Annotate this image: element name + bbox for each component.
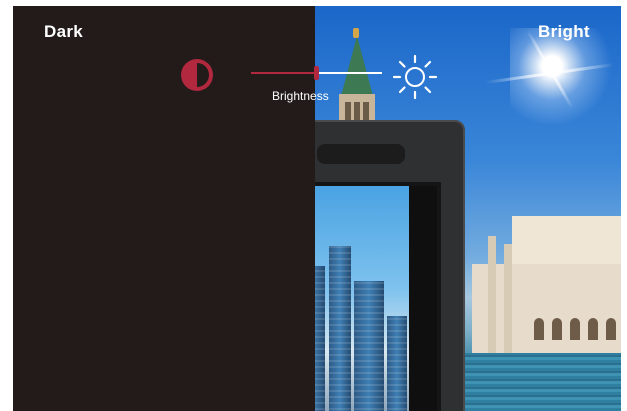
brightness-slider[interactable] (251, 66, 382, 80)
slider-track-low (251, 72, 317, 74)
skyscraper (329, 246, 351, 411)
tablet-device (315, 120, 465, 411)
dark-panel (13, 6, 315, 411)
palace (462, 206, 621, 356)
palace-arch (588, 318, 598, 340)
city-skyline-image (315, 186, 409, 411)
bright-label: Bright (538, 22, 590, 41)
slider-track-high (317, 72, 382, 74)
camera-sensor-bar (317, 144, 405, 164)
skyscraper (387, 316, 407, 411)
palace-arch (570, 318, 580, 340)
palace-upper (512, 216, 621, 264)
tablet-screen (315, 182, 441, 411)
bright-scene (315, 6, 621, 411)
slider-thumb[interactable] (314, 66, 319, 80)
campanile-column (504, 244, 512, 356)
contrast-icon (181, 59, 213, 91)
skyscraper (315, 266, 325, 411)
brightness-label: Brightness (272, 89, 329, 103)
dark-label: Dark (44, 22, 84, 41)
tower-spire (341, 36, 373, 96)
palace-arch (552, 318, 562, 340)
palace-arch (534, 318, 544, 340)
sun-brightness-icon (392, 54, 438, 100)
palace-arch (606, 318, 616, 340)
campanile-column (488, 236, 496, 356)
tower-statue (353, 28, 359, 38)
brightness-comparison: Dark Bright Brightness (0, 0, 627, 411)
skyscraper (354, 281, 384, 411)
